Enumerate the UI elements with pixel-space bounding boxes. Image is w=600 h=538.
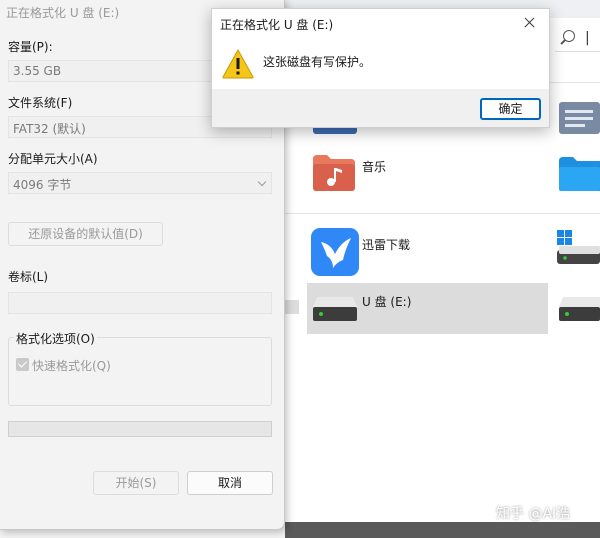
windows-drive-icon[interactable]	[557, 230, 600, 266]
format-options-label: 格式化选项(O)	[14, 330, 97, 347]
allocation-size-label: 分配单元大小(A)	[8, 152, 98, 166]
documents-folder-icon[interactable]	[559, 100, 600, 136]
format-progress-bar	[8, 421, 272, 437]
usb-drive-icon[interactable]	[313, 297, 357, 323]
music-folder-label[interactable]: 音乐	[362, 158, 386, 175]
scroll-stub	[285, 300, 299, 314]
format-dialog-title: 正在格式化 U 盘 (E:)	[6, 6, 120, 20]
quick-format-checkbox[interactable]	[16, 358, 29, 371]
allocation-size-select[interactable]: 4096 字节	[8, 172, 272, 194]
search-icon	[563, 30, 575, 42]
start-button[interactable]: 开始(S)	[93, 471, 179, 495]
capacity-value: 3.55 GB	[13, 64, 62, 78]
quick-format-label: 快速格式化(Q)	[32, 359, 111, 373]
volume-label-label: 卷标(L)	[8, 270, 49, 284]
close-icon[interactable]	[519, 12, 541, 34]
watermark: 知乎 @AI浩	[496, 506, 571, 522]
music-folder-icon[interactable]	[313, 155, 355, 191]
filesystem-value: FAT32 (默认)	[13, 122, 86, 136]
allocation-size-value: 4096 字节	[13, 178, 72, 192]
capacity-label: 容量(P):	[8, 40, 53, 54]
thunder-download-label[interactable]: 迅雷下载	[362, 236, 410, 253]
thunder-download-icon[interactable]	[311, 228, 359, 276]
alert-message: 这张磁盘有写保护。	[263, 55, 372, 69]
ok-button[interactable]: 确定	[480, 98, 541, 120]
usb-drive-label[interactable]: U 盘 (E:)	[362, 293, 411, 310]
chevron-down-icon	[257, 177, 267, 187]
folder-icon[interactable]	[559, 157, 600, 191]
search-cursor: |	[585, 30, 590, 46]
warning-icon	[222, 49, 254, 79]
alert-title: 正在格式化 U 盘 (E:)	[220, 18, 334, 32]
filesystem-label: 文件系统(F)	[8, 96, 73, 110]
search-box[interactable]: |	[555, 26, 600, 52]
divider	[285, 213, 600, 214]
restore-defaults-button[interactable]: 还原设备的默认值(D)	[8, 222, 163, 246]
taskbar	[285, 522, 600, 538]
volume-label-input[interactable]	[8, 292, 272, 314]
write-protect-alert: 正在格式化 U 盘 (E:) 这张磁盘有写保护。 确定	[211, 8, 550, 128]
cancel-button[interactable]: 取消	[187, 471, 273, 495]
drive-icon[interactable]	[559, 297, 600, 323]
